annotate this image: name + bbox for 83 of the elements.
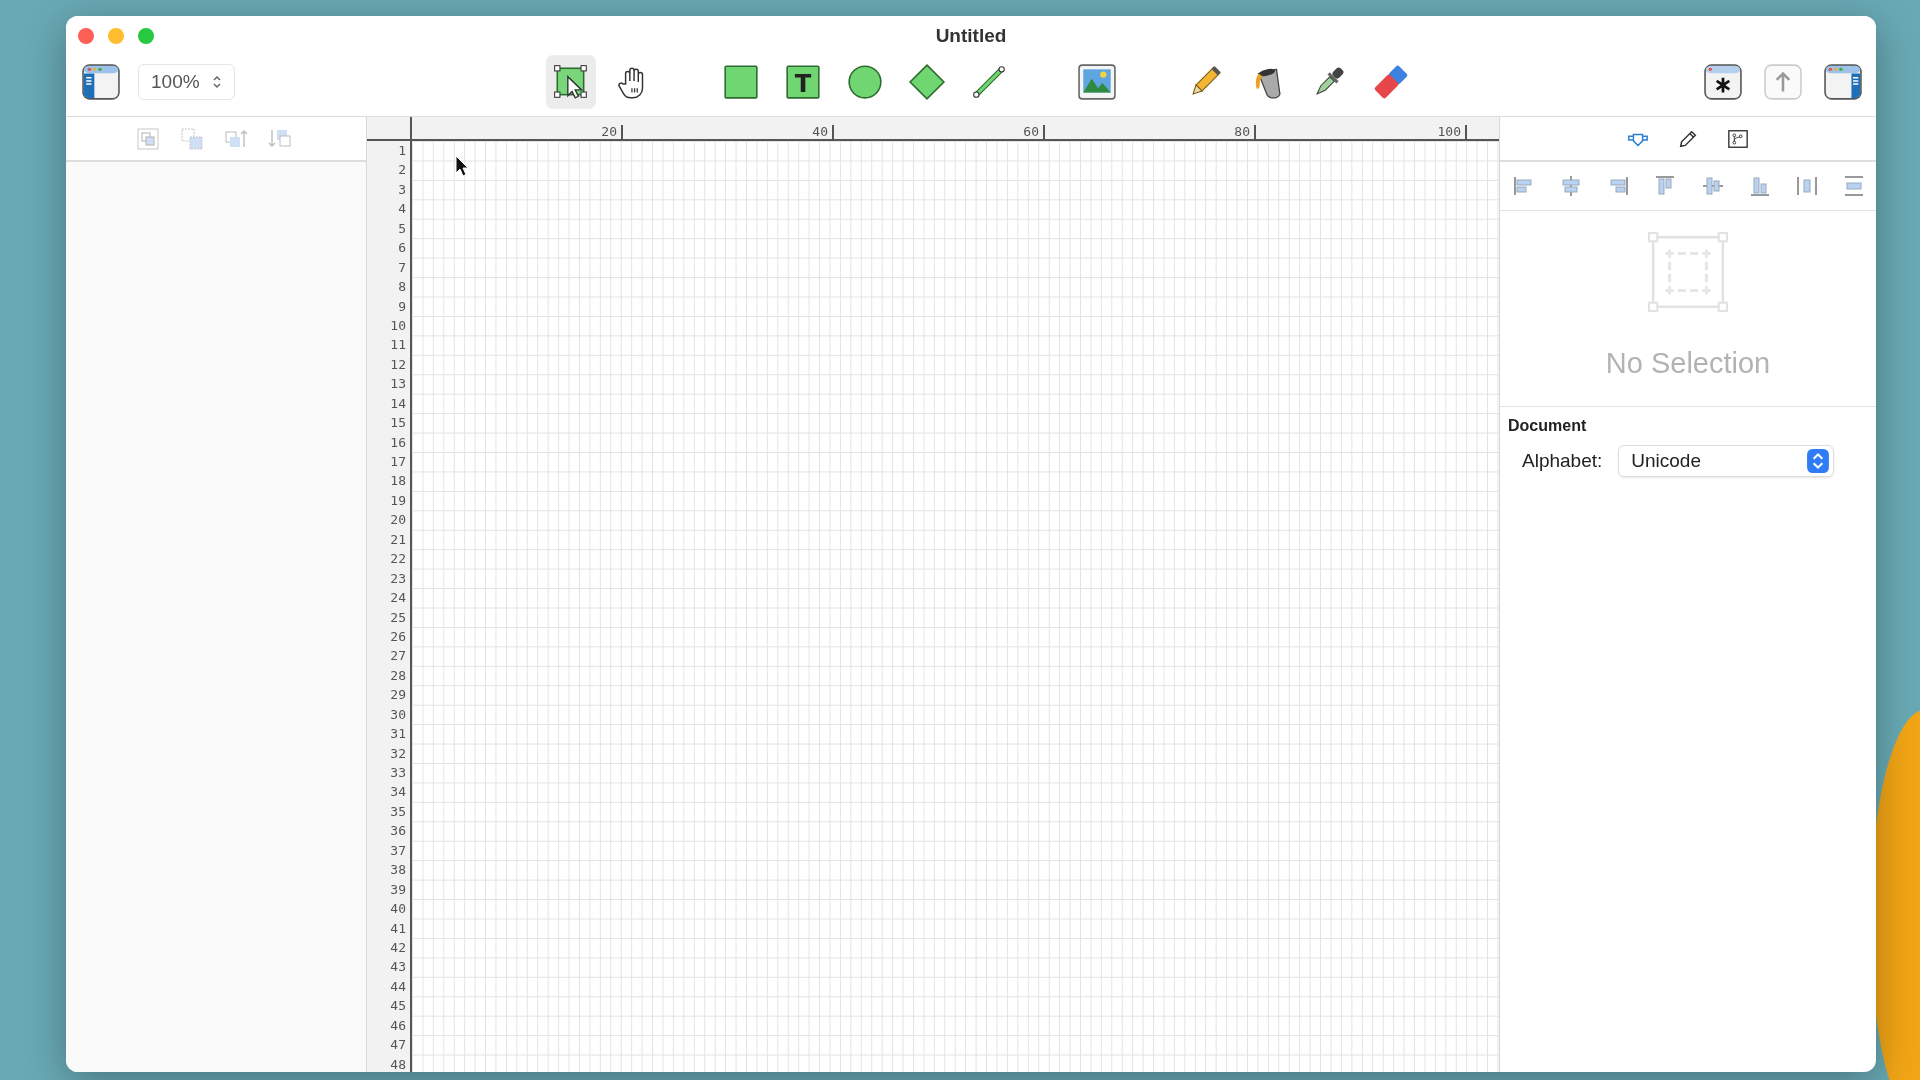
line-number: 4 [397, 200, 407, 219]
line-number: 22 [389, 550, 407, 569]
line-number: 15 [389, 414, 407, 433]
line-number: 19 [389, 491, 407, 510]
diamond-tool-icon [908, 63, 946, 101]
line-number: 12 [389, 355, 407, 374]
line-number: 26 [389, 627, 407, 646]
field-label: Alphabet: [1522, 450, 1603, 472]
empty-state-text: No Selection [1605, 347, 1771, 380]
popup-arrows-icon [1807, 449, 1830, 473]
zoom-stepper[interactable]: 100% [138, 64, 235, 100]
line-number: 13 [389, 375, 407, 394]
share-icon[interactable] [1764, 63, 1802, 101]
line-number: 45 [389, 997, 407, 1016]
window-title: Untitled [935, 24, 1007, 48]
empty-selection-icon [1647, 231, 1729, 313]
line-number: 1 [397, 142, 407, 160]
line-number: 2 [397, 161, 407, 180]
line-tool-icon [970, 63, 1008, 101]
line-number: 37 [389, 841, 407, 860]
line-number: 42 [389, 938, 407, 957]
inspector-toggle-icon[interactable] [1824, 63, 1862, 101]
line-number: 16 [389, 433, 407, 452]
stepper-arrows-icon [211, 74, 222, 90]
eraser-tool-icon [1372, 63, 1410, 101]
line-number: 21 [389, 530, 407, 549]
mouse-pointer-icon [455, 155, 469, 177]
line-number: 20 [389, 511, 407, 530]
ruler-label: 80 [1234, 125, 1251, 139]
line-number: 23 [389, 569, 407, 588]
line-number: 6 [397, 239, 407, 258]
align-vdist-icon[interactable] [1842, 174, 1866, 198]
line-number: 38 [389, 861, 407, 880]
special-characters-icon[interactable] [1704, 63, 1742, 101]
close-button[interactable] [78, 28, 94, 44]
text-tool-button[interactable]: T [778, 55, 828, 109]
line-number: 33 [389, 764, 407, 782]
line-number: 27 [389, 647, 407, 666]
line-number: 41 [389, 919, 407, 938]
section-heading: Document [1508, 417, 1588, 435]
line-number: 31 [389, 725, 407, 744]
line-number: 44 [389, 977, 407, 996]
line-number: 28 [389, 666, 407, 685]
select-tool-icon [552, 63, 590, 101]
line-number: 10 [389, 316, 407, 335]
line-number: 46 [389, 1016, 407, 1035]
line-number: 24 [389, 589, 407, 608]
circle-tool-icon [846, 63, 884, 101]
line-number: 40 [389, 900, 407, 919]
line-number: 47 [389, 1036, 407, 1055]
image-tool-icon [1078, 63, 1116, 101]
ruler-label: 60 [1023, 125, 1040, 139]
line-number: 32 [389, 744, 407, 763]
line-number: 43 [389, 958, 407, 977]
line-number: 18 [389, 472, 407, 491]
sidebar-toggle-icon[interactable] [82, 63, 120, 101]
zoom-button[interactable] [138, 28, 154, 44]
line-number: 35 [389, 802, 407, 821]
line-number: 9 [397, 297, 407, 316]
alphabet-popup-button[interactable]: Unicode [1618, 445, 1835, 477]
line-number: 36 [389, 822, 407, 841]
line-number: 3 [397, 180, 407, 199]
line-number: 8 [397, 278, 407, 297]
line-number: 48 [389, 1055, 407, 1072]
line-number: 25 [389, 608, 407, 627]
line-number: 14 [389, 394, 407, 413]
line-number: 30 [389, 705, 407, 724]
rect-tool-icon [722, 63, 760, 101]
line-number: 17 [389, 453, 407, 471]
line-number: 29 [389, 686, 407, 705]
line-number: 5 [397, 219, 407, 238]
align-hdist-icon[interactable] [1794, 174, 1819, 198]
line-number: 34 [389, 783, 407, 802]
line-number: 39 [389, 880, 407, 899]
line-number: 7 [397, 258, 407, 277]
line-number: 11 [389, 336, 407, 355]
ruler-label: 20 [601, 125, 618, 139]
text-tool-icon: T [784, 63, 822, 101]
ruler-label: 100 [1437, 125, 1462, 139]
align-vcenter-icon[interactable] [1700, 174, 1725, 198]
diagram-tab-icon[interactable] [1727, 127, 1749, 150]
select-tool-button[interactable] [546, 55, 596, 109]
ruler-label: 40 [812, 125, 829, 139]
